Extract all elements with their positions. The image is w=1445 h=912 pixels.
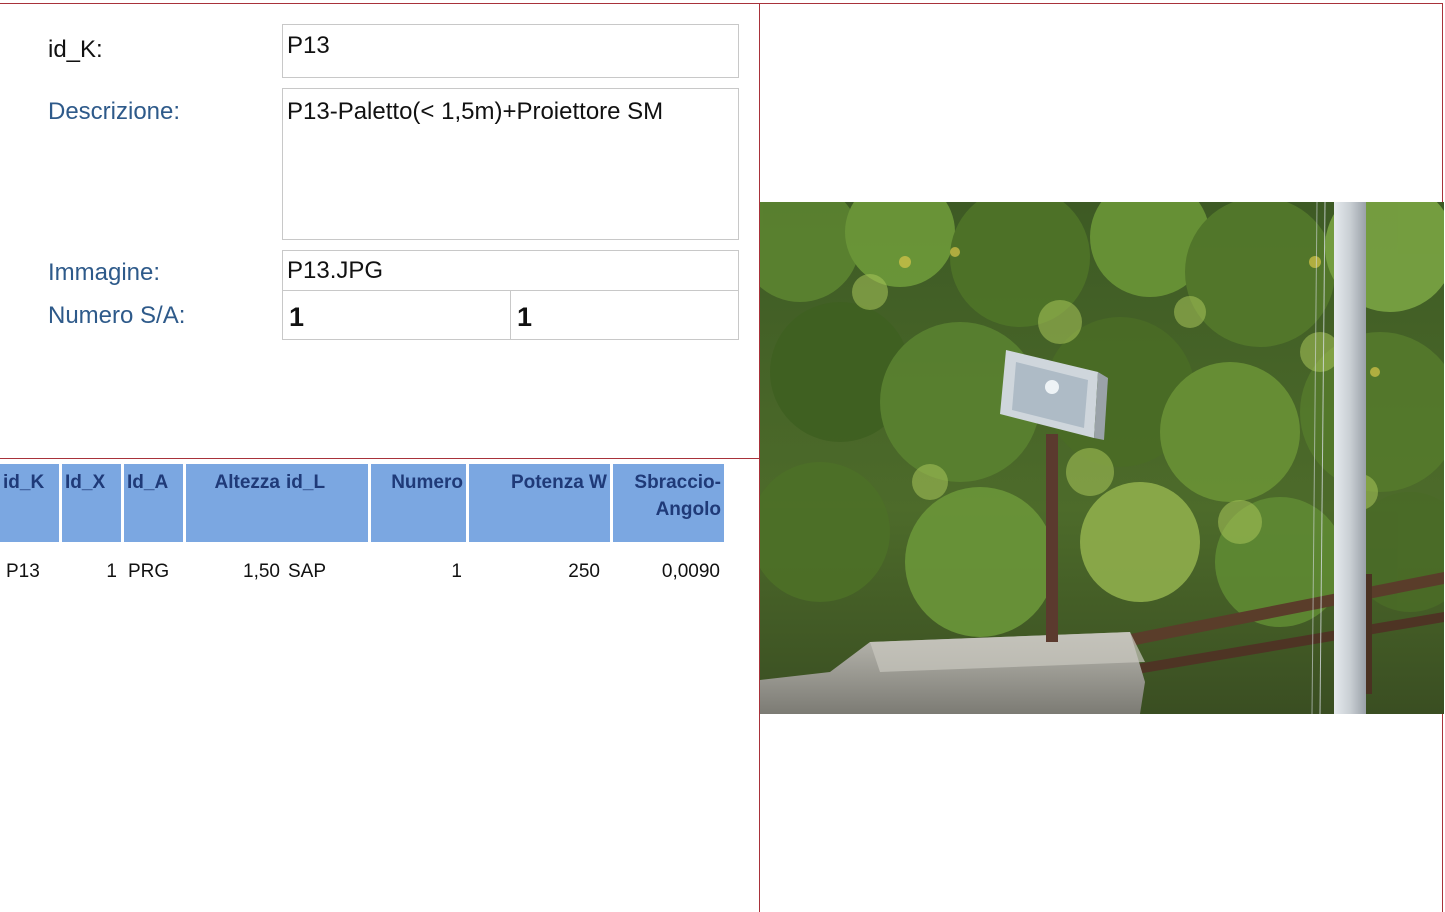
table-cell-id-x: 1 bbox=[106, 561, 117, 582]
numero-s-field[interactable]: 1 bbox=[282, 290, 511, 340]
descrizione-label: Descrizione: bbox=[48, 98, 181, 125]
column-header-numero: Numero bbox=[371, 464, 466, 542]
numero-a-field[interactable]: 1 bbox=[510, 290, 739, 340]
lamp-photo bbox=[760, 202, 1444, 714]
immagine-label: Immagine: bbox=[48, 259, 161, 286]
table-cell-id-l: SAP bbox=[288, 561, 327, 582]
column-header-sbraccio-angolo: Sbraccio- Angolo bbox=[613, 464, 724, 542]
horizontal-divider bbox=[0, 458, 759, 459]
column-header-id-a: Id_A bbox=[124, 464, 183, 542]
table-cell-id-k: P13 bbox=[6, 561, 40, 582]
table-cell-altezza: 1,50 bbox=[243, 561, 280, 582]
table-cell-potenza-w: 250 bbox=[568, 561, 600, 582]
table-cell-id-a: PRG bbox=[128, 561, 170, 582]
column-header-altezza: Altezza bbox=[186, 464, 283, 542]
id-k-field[interactable]: P13 bbox=[282, 24, 739, 78]
column-header-potenza-w: Potenza W bbox=[469, 464, 610, 542]
table-cell-numero: 1 bbox=[451, 561, 462, 582]
table-cell-sbraccio-angolo: 0,0090 bbox=[661, 561, 720, 582]
descrizione-field[interactable]: P13-Paletto(< 1,5m)+Proiettore SM bbox=[282, 88, 739, 240]
column-header-id-x: Id_X bbox=[62, 464, 121, 542]
immagine-field[interactable]: P13.JPG bbox=[282, 250, 739, 291]
column-header-id-k: id_K bbox=[0, 464, 59, 542]
numero-sa-label: Numero S/A: bbox=[48, 302, 186, 329]
column-header-id-l: id_L bbox=[283, 464, 368, 542]
id-k-label: id_K: bbox=[48, 36, 103, 63]
